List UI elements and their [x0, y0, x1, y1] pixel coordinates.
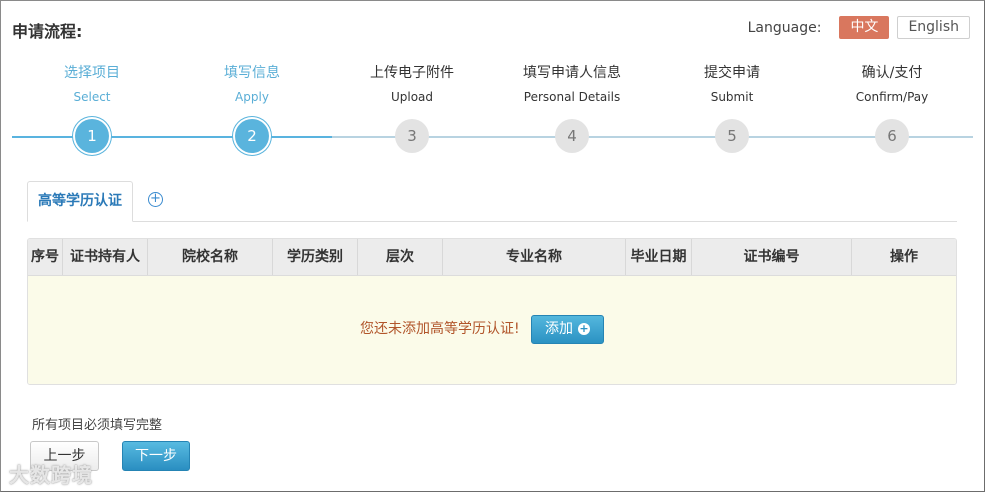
column-header: 专业名称: [443, 239, 626, 275]
step-apply: 填写信息 Apply 2: [172, 61, 332, 153]
step-title-zh: 选择项目: [64, 65, 120, 81]
step-title-en: Select: [73, 90, 111, 104]
language-english-button[interactable]: English: [897, 16, 970, 39]
step-number-badge: 6: [875, 119, 909, 153]
step-confirm-pay: 确认/支付 Confirm/Pay 6: [812, 61, 972, 153]
language-chinese-button[interactable]: 中文: [839, 16, 890, 39]
column-header: 序号: [28, 239, 63, 275]
step-title-zh: 确认/支付: [861, 65, 923, 81]
records-table: 序号 证书持有人 院校名称 学历类别 层次 专业名称 毕业日期 证书编号 操作 …: [27, 238, 957, 385]
column-header: 毕业日期: [626, 239, 692, 275]
step-title-en: Submit: [710, 90, 754, 104]
required-note: 所有项目必须填写完整: [32, 418, 163, 433]
step-submit: 提交申请 Submit 5: [652, 61, 812, 153]
step-number-badge: 1: [75, 119, 109, 153]
empty-message: 您还未添加高等学历认证!: [360, 321, 520, 337]
step-number-badge: 3: [395, 119, 429, 153]
step-title-en: Upload: [390, 90, 434, 104]
step-title-zh: 上传电子附件: [370, 65, 454, 81]
step-title-zh: 提交申请: [704, 65, 760, 81]
column-header: 层次: [358, 239, 443, 275]
step-number-badge: 5: [715, 119, 749, 153]
language-label: Language:: [747, 19, 822, 36]
page-title: 申请流程:: [12, 22, 83, 41]
language-switcher: Language: 中文 English: [748, 16, 970, 39]
step-number-badge: 2: [235, 119, 269, 153]
progress-line-completed: [12, 136, 332, 138]
next-step-button[interactable]: 下一步: [122, 441, 190, 471]
column-header: 院校名称: [148, 239, 273, 275]
plus-circle-icon[interactable]: +: [148, 192, 163, 207]
plus-icon: +: [578, 322, 590, 335]
progress-steps: 选择项目 Select 1 填写信息 Apply 2 上传电子附件 Upload…: [12, 61, 973, 161]
step-number-badge: 4: [555, 119, 589, 153]
step-select: 选择项目 Select 1: [12, 61, 172, 153]
tab-higher-education[interactable]: 高等学历认证: [27, 181, 133, 222]
column-header: 学历类别: [273, 239, 358, 275]
step-title-en: Personal Details: [523, 90, 621, 104]
watermark-logo: 大数跨境: [9, 463, 93, 487]
application-window: 申请流程: Language: 中文 English 选择项目 Select 1…: [0, 0, 985, 492]
step-title-zh: 填写申请人信息: [523, 65, 621, 81]
step-title-zh: 填写信息: [224, 65, 280, 81]
add-record-button[interactable]: 添加 +: [531, 315, 604, 344]
step-title-en: Apply: [235, 90, 269, 104]
step-upload: 上传电子附件 Upload 3: [332, 61, 492, 153]
step-personal-details: 填写申请人信息 Personal Details 4: [492, 61, 652, 153]
column-header: 操作: [890, 249, 918, 265]
step-title-en: Confirm/Pay: [855, 90, 929, 104]
tab-bar: 高等学历认证 +: [27, 181, 957, 222]
column-header: 证书持有人: [63, 239, 148, 275]
add-button-label: 添加: [545, 321, 573, 337]
table-header: 序号 证书持有人 院校名称 学历类别 层次 专业名称 毕业日期 证书编号 操作: [28, 239, 956, 276]
column-header: 证书编号: [692, 239, 852, 275]
table-empty-state: 您还未添加高等学历认证! 添加 +: [28, 276, 956, 384]
